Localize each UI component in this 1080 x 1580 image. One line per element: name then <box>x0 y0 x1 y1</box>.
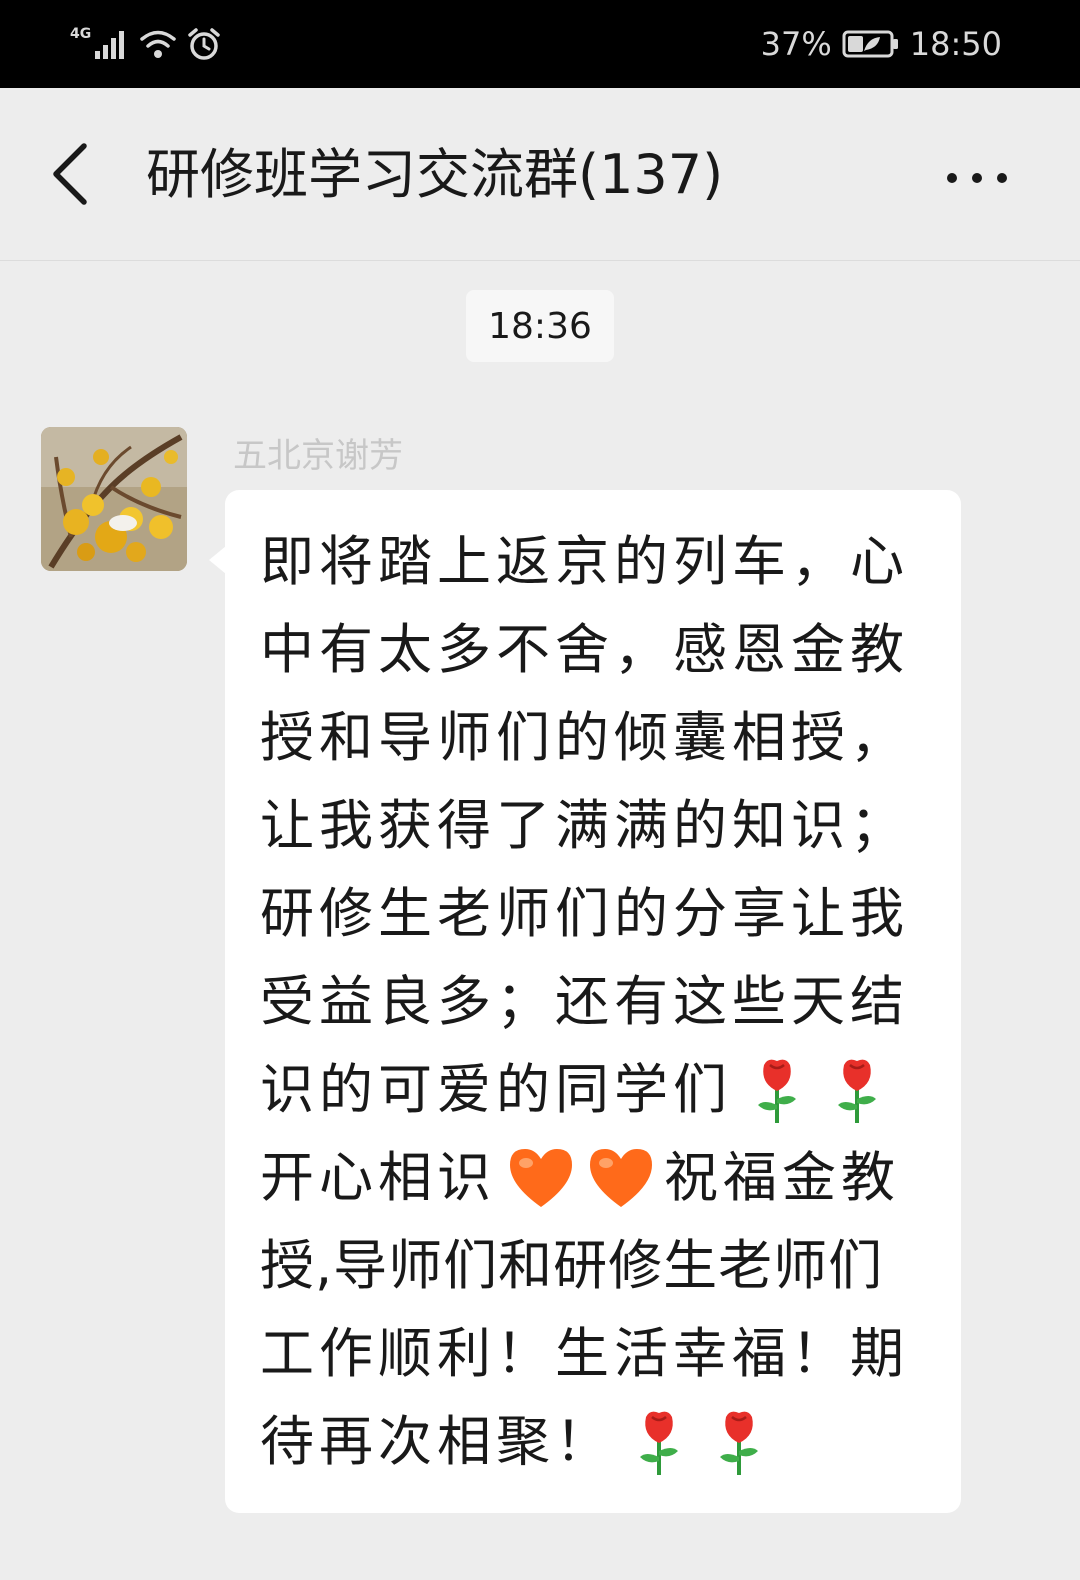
rose-emoji-icon <box>624 1407 694 1477</box>
message-line-text: 让我获得了满满的知识； <box>260 794 909 857</box>
message-line: 研修生老师们的分享让我 <box>260 870 940 958</box>
page-title: 研修班学习交流群(137) <box>146 143 724 206</box>
message-line: 授和导师们的倾囊相授， <box>260 694 940 782</box>
alarm-icon <box>188 28 220 60</box>
heart-emoji-icon <box>586 1143 656 1213</box>
message-text: 即将踏上返京的列车，心 中有太多不舍，感恩金教 授和导师们的倾囊相授， 让我获得… <box>260 518 940 1486</box>
message-line: 授,导师们和研修生老师们 <box>260 1222 940 1310</box>
message-line: 工作顺利！生活幸福！期 <box>260 1310 940 1398</box>
sender-name: 五北京谢芳 <box>233 436 403 476</box>
message-line: 即将踏上返京的列车，心 <box>260 518 940 606</box>
battery-percent: 37% <box>760 25 832 63</box>
wifi-icon <box>140 30 176 58</box>
chevron-left-icon[interactable] <box>48 142 96 206</box>
more-dots-icon[interactable] <box>942 168 1012 188</box>
bubble-tail <box>209 546 226 574</box>
heart-emoji-icon <box>506 1143 576 1213</box>
message-line-text: 授,导师们和研修生老师们 <box>260 1234 884 1297</box>
message-line: 开心相识 祝福金教 <box>260 1134 940 1222</box>
rose-emoji-icon <box>704 1407 774 1477</box>
message-line-text: 工作顺利！生活幸福！期 <box>260 1322 909 1385</box>
avatar[interactable] <box>41 427 187 571</box>
message-line: 识的可爱的同学们 <box>260 1046 940 1134</box>
message-line: 让我获得了满满的知识； <box>260 782 940 870</box>
battery-icon <box>842 30 898 58</box>
message-line: 受益良多；还有这些天结 <box>260 958 940 1046</box>
message-line: 中有太多不舍，感恩金教 <box>260 606 940 694</box>
message-line-text: 受益良多；还有这些天结 <box>260 970 909 1033</box>
message-line: 待再次相聚！ <box>260 1398 940 1486</box>
message-line-text: 开心相识 <box>260 1146 496 1209</box>
message-line-text: 中有太多不舍，感恩金教 <box>260 618 909 681</box>
message-line-text: 即将踏上返京的列车，心 <box>260 530 909 593</box>
clock-time: 18:50 <box>909 25 1002 63</box>
message-line-text: 祝福金教 <box>664 1146 900 1209</box>
status-right: 37% 18:50 <box>761 20 1002 68</box>
signal-icon <box>95 31 125 59</box>
rose-emoji-icon <box>822 1055 892 1125</box>
status-bar: 4G 37% 18:50 <box>0 0 1080 88</box>
status-left: 4G <box>70 22 221 66</box>
chat-header: 研修班学习交流群(137) <box>0 88 1080 261</box>
message-line-text: 研修生老师们的分享让我 <box>260 882 909 945</box>
message-timestamp: 18:36 <box>466 290 614 362</box>
network-type: 4G <box>70 26 92 42</box>
wintersweet-blossom-avatar <box>41 427 187 571</box>
message-line-text: 授和导师们的倾囊相授， <box>260 706 909 769</box>
rose-emoji-icon <box>742 1055 812 1125</box>
message-line-text: 识的可爱的同学们 <box>260 1058 732 1121</box>
message-line-text: 待再次相聚！ <box>260 1410 614 1473</box>
